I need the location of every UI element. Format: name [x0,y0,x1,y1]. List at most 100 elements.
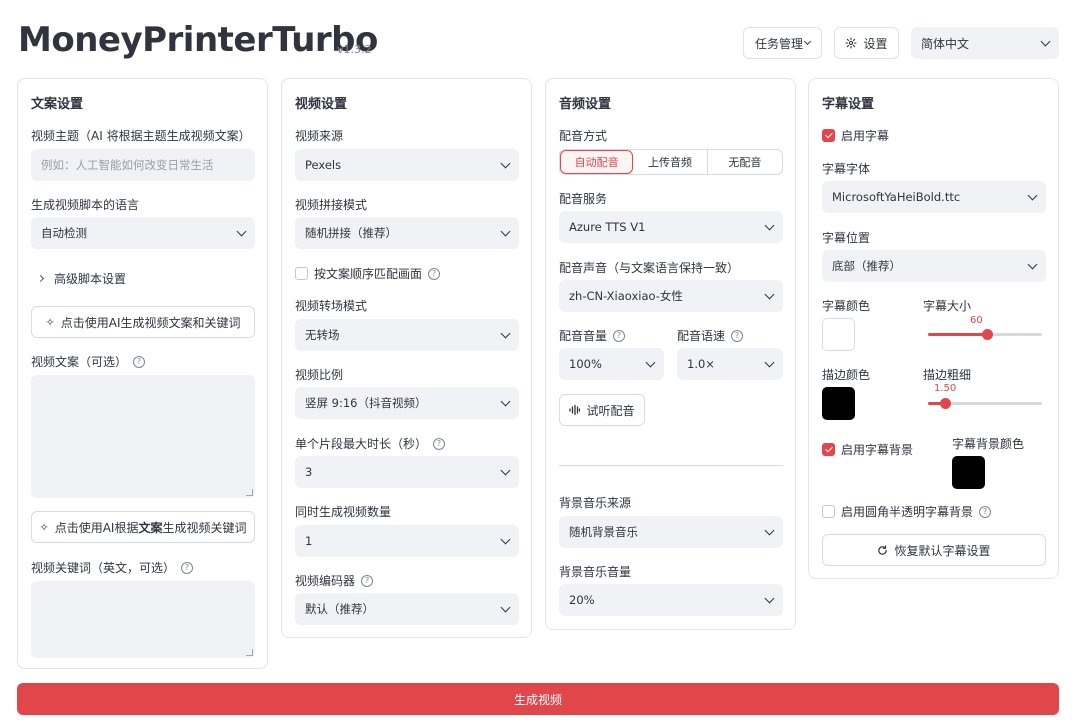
select-value: 20% [569,593,595,607]
checkbox-checked[interactable] [822,443,835,456]
script-label: 视频文案（可选） ? [31,353,146,370]
select-value: 自动检测 [41,226,87,240]
bgm-source-select[interactable]: 随机背景音乐 [559,516,783,548]
chevron-down-icon [764,525,775,535]
generate-video-button[interactable]: 生成视频 [17,683,1059,715]
panel-title: 音频设置 [559,97,612,112]
language-value: 简体中文 [921,36,970,51]
generate-keywords-button[interactable]: ✧ 点击使用AI根据文案生成视频关键词 [31,511,255,543]
clip-duration-label: 单个片段最大时长（秒） ? [295,435,446,452]
concat-mode-select[interactable]: 随机拼接（推荐） [295,217,519,249]
mode-no-voice[interactable]: 无配音 [708,150,782,174]
checkbox-checked[interactable] [822,129,835,142]
chevron-down-icon [1027,190,1038,200]
help-icon[interactable]: ? [433,437,446,450]
voice-speed-select[interactable]: 1.0× [677,348,783,380]
language-select[interactable]: 简体中文 [911,27,1059,59]
chevron-down-icon [500,602,511,612]
preview-voice-button[interactable]: 试听配音 [559,394,645,426]
video-source-select[interactable]: Pexels [295,149,519,181]
slider-thumb[interactable] [982,329,994,340]
task-management-button[interactable]: 任务管理 [743,27,822,59]
codec-label: 视频编码器 ? [295,572,374,589]
resize-handle-icon[interactable] [246,649,253,656]
chevron-down-icon [764,220,775,230]
select-value: 随机背景音乐 [569,525,638,539]
enable-bg-label: 启用字幕背景 [841,443,914,457]
language-label: 生成视频脚本的语言 [31,198,140,212]
checkbox[interactable] [295,267,308,280]
keywords-textarea[interactable] [31,581,255,658]
subtitle-font-select[interactable]: MicrosoftYaHeiBold.ttc [822,181,1046,213]
settings-button[interactable]: 设置 [834,27,899,59]
voice-label: 配音声音（与文案语言保持一致） [559,261,740,275]
reset-subtitle-label: 恢复默认字幕设置 [894,543,991,558]
select-value: 竖屏 9:16（抖音视频） [305,396,427,410]
match-order-checkbox[interactable]: 按文案顺序匹配画面 ? [295,265,441,282]
select-value: 1.0× [687,357,715,371]
video-settings-panel: 视频设置 视频来源 Pexels 视频拼接模式 随机拼接（推荐） 按文案顺序匹配… [281,78,532,638]
script-settings-panel: 文案设置 视频主题（AI 将根据主题生成视频文案） 例如：人工智能如何改变日常生… [17,78,268,669]
help-icon[interactable]: ? [181,561,194,574]
codec-label-text: 视频编码器 [295,574,356,588]
help-icon[interactable]: ? [613,329,626,342]
slider-thumb[interactable] [940,398,952,409]
select-value: 3 [305,465,313,479]
help-icon[interactable]: ? [979,505,992,518]
generate-script-button[interactable]: ✧ 点击使用AI生成视频文案和关键词 [31,306,255,338]
help-icon[interactable]: ? [731,329,744,342]
clip-duration-select[interactable]: 3 [295,456,519,488]
sparkle-icon: ✧ [39,520,49,534]
subtitle-size-value: 60 [970,315,983,326]
panel-title: 视频设置 [295,97,348,112]
codec-select[interactable]: 默认（推荐） [295,593,519,625]
checkbox[interactable] [822,505,835,518]
aspect-ratio-select[interactable]: 竖屏 9:16（抖音视频） [295,387,519,419]
subject-label: 视频主题（AI 将根据主题生成视频文案） [31,129,251,143]
bgm-source-label: 背景音乐来源 [559,496,632,510]
reset-subtitle-button[interactable]: 恢复默认字幕设置 [822,534,1046,566]
subtitle-size-slider[interactable] [928,329,1042,340]
resize-handle-icon[interactable] [246,489,253,496]
help-icon[interactable]: ? [361,574,374,587]
tts-service-label: 配音服务 [559,192,608,206]
rounded-bg-checkbox[interactable]: 启用圆角半透明字幕背景 ? [822,503,992,520]
subtitle-position-select[interactable]: 底部（推荐） [822,250,1046,282]
stroke-width-slider[interactable] [928,398,1042,409]
video-count-select[interactable]: 1 [295,525,519,557]
aspect-ratio-label: 视频比例 [295,368,344,382]
subtitle-color-picker[interactable] [822,318,855,351]
enable-bg-checkbox[interactable]: 启用字幕背景 [822,441,913,458]
voice-volume-select[interactable]: 100% [559,348,664,380]
subtitle-settings-panel: 字幕设置 启用字幕 字幕字体 MicrosoftYaHeiBold.ttc 字幕… [808,78,1059,579]
concat-mode-label: 视频拼接模式 [295,198,368,212]
bg-color-picker[interactable] [952,456,985,489]
voice-select[interactable]: zh-CN-Xiaoxiao-女性 [559,280,783,312]
chevron-down-icon [645,357,656,367]
script-textarea[interactable] [31,375,255,498]
enable-subtitle-checkbox[interactable]: 启用字幕 [822,127,889,144]
mode-auto-voice[interactable]: 自动配音 [560,150,634,174]
script-language-select[interactable]: 自动检测 [31,217,255,249]
panel-title: 字幕设置 [822,97,875,112]
voice-volume-label: 配音音量 ? [559,327,626,344]
panel-title: 文案设置 [31,97,84,112]
subject-input[interactable]: 例如：人工智能如何改变日常生活 [31,149,255,181]
gear-icon [845,37,858,49]
audio-wave-icon [569,405,581,415]
help-icon[interactable]: ? [133,355,146,368]
chevron-down-icon [1027,259,1038,269]
stroke-color-picker[interactable] [822,387,855,420]
mode-upload-audio[interactable]: 上传音频 [633,150,708,174]
generate-script-label: 点击使用AI生成视频文案和关键词 [60,315,241,330]
advanced-script-expander[interactable]: 高级脚本设置 [36,270,126,287]
bgm-volume-select[interactable]: 20% [559,584,783,616]
transition-select[interactable]: 无转场 [295,319,519,351]
help-icon[interactable]: ? [428,267,441,280]
select-value: 100% [569,357,602,371]
voice-mode-segmented[interactable]: 自动配音 上传音频 无配音 [559,149,783,175]
select-value: MicrosoftYaHeiBold.ttc [832,190,961,204]
preview-voice-label: 试听配音 [586,403,635,418]
tts-service-select[interactable]: Azure TTS V1 [559,211,783,243]
refresh-icon [878,545,888,555]
